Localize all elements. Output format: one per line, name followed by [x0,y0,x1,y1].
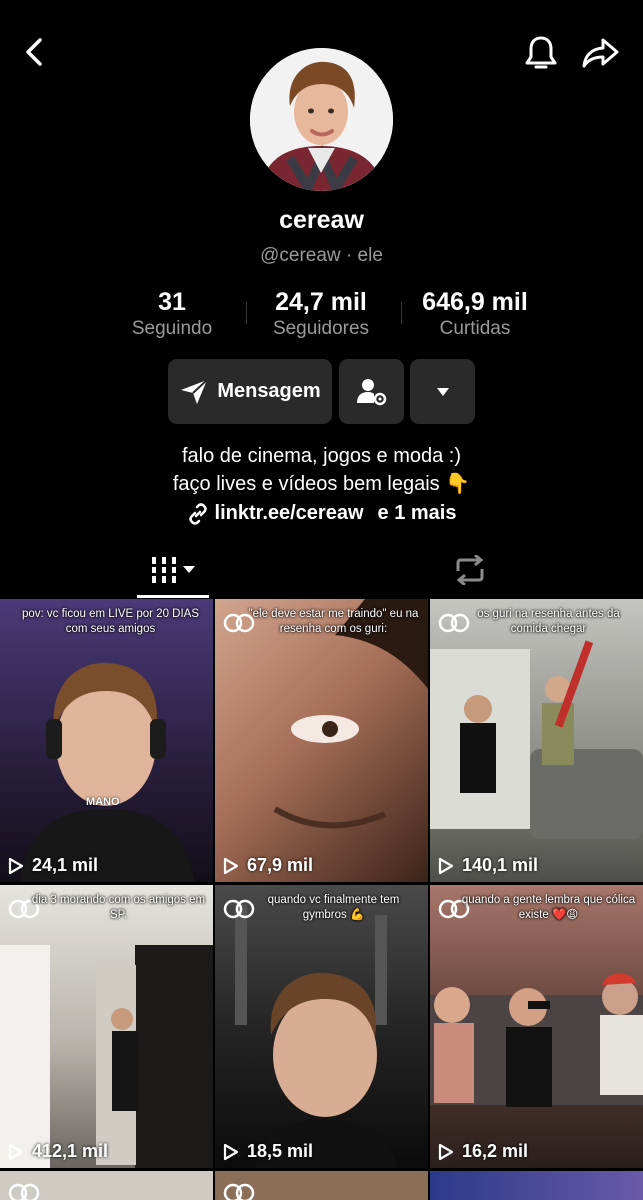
grid-bars-icon [151,557,177,583]
video-thumbnail[interactable]: quando vc finalmente tem gymbros 💪 18,5 … [215,885,428,1168]
thumbnail-figure [430,973,643,1107]
stat-followers[interactable]: 24,7 mil Seguidores [262,286,380,340]
stat-divider [401,302,402,324]
video-caption: dia 3 morando com os amigos em SP. [31,894,206,921]
profile-handle: @cereaw · ele [260,245,383,266]
video-views: 24,1 mil [8,855,98,876]
video-views: 412,1 mil [8,1141,108,1162]
video-thumbnail[interactable]: dia 3 morando com os amigos em SP. 412,1… [0,885,213,1168]
content-tabs [0,540,643,598]
video-caption: os guri na resenha antes da comida chega… [477,608,620,635]
video-overlay-text: MANO [86,796,120,808]
play-icon [223,857,239,874]
view-count: 24,1 mil [32,855,99,875]
view-count: 16,2 mil [462,1141,529,1161]
profile-name: cereaw [279,206,364,234]
view-count: 67,9 mil [247,855,314,875]
video-caption: quando vc finalmente tem gymbros 💪 [267,894,400,921]
caret-down-icon [183,566,195,573]
avatar-photo [250,48,393,191]
tab-active-indicator [137,595,209,598]
message-label: Mensagem [217,380,321,402]
video-views: 16,2 mil [438,1141,528,1162]
video-caption: pov: vc ficou em LIVE por 20 DIAS com se… [21,608,200,635]
view-count: 140,1 mil [462,855,539,875]
thumbnail-figure [430,640,643,839]
video-views: 67,9 mil [223,855,313,876]
video-thumbnail[interactable]: "ele deve estar me traindo" eu na resenh… [215,599,428,882]
video-views: 140,1 mil [438,855,538,876]
link-text: linktr.ee/cereaw [214,502,364,524]
play-icon [8,857,24,874]
user-settings-icon [356,378,386,405]
caret-down-icon [436,387,449,396]
video-thumbnail[interactable]: quando a gente lembra que cólica existe … [430,885,643,1168]
video-views: 18,5 mil [223,1141,313,1162]
stat-label: Seguidores [272,318,370,339]
profile-bio: falo de cinema, jogos e moda :) faço liv… [0,442,643,498]
bio-line: falo de cinema, jogos e moda :) [181,445,462,467]
stat-label: Seguindo [131,318,213,339]
view-count: 18,5 mil [247,1141,314,1161]
video-caption: "ele deve estar me traindo" eu na resenh… [248,608,419,635]
avatar[interactable] [250,48,393,191]
video-caption: quando a gente lembra que cólica existe … [461,894,636,921]
stat-value: 646,9 mil [422,288,528,316]
stat-value: 24,7 mil [275,288,367,316]
play-icon [223,1143,239,1160]
play-icon [438,1143,454,1160]
profile-link[interactable]: linktr.ee/cereaw e 1 mais [0,502,643,525]
friend-settings-button[interactable] [339,359,404,424]
link-extra: e 1 mais [377,502,457,524]
chevron-left-icon [26,38,42,66]
video-thumbnail-partial[interactable] [430,1171,643,1200]
play-icon [438,857,454,874]
stat-divider [246,302,247,324]
bio-line: faço lives e vídeos bem legais 👇 [172,473,471,495]
thumbnail-figure [273,599,428,829]
message-button[interactable]: Mensagem [168,359,332,424]
video-thumbnail[interactable]: pov: vc ficou em LIVE por 20 DIAS com se… [0,599,213,882]
more-options-button[interactable] [410,359,475,424]
profile-stats: 31 Seguindo 24,7 mil Seguidores 646,9 mi… [100,286,560,342]
stat-likes[interactable]: 646,9 mil Curtidas [405,286,545,340]
video-thumbnail-partial[interactable] [215,1171,428,1200]
stat-value: 31 [158,288,186,316]
video-thumbnail[interactable]: os guri na resenha antes da comida chega… [430,599,643,882]
stat-following[interactable]: 31 Seguindo [120,286,224,340]
video-thumbnail-partial[interactable] [0,1171,213,1200]
view-count: 412,1 mil [32,1141,109,1161]
collab-icon [223,1183,255,1200]
thumbnail-figure [235,905,397,1168]
thumbnail-figure [0,945,213,1168]
share-arrow-icon [582,38,619,68]
notifications-button[interactable] [520,32,562,74]
share-button[interactable] [578,32,624,74]
send-icon [181,378,208,404]
tab-reposts[interactable] [450,552,490,588]
play-icon [8,1143,24,1160]
thumbnail-figure [20,662,194,882]
collab-icon [8,1183,40,1200]
link-icon [188,502,207,525]
repost-icon [456,555,484,585]
bell-icon [525,36,557,69]
back-button[interactable] [14,30,54,74]
tab-videos[interactable] [140,554,206,586]
stat-label: Curtidas [439,318,511,339]
